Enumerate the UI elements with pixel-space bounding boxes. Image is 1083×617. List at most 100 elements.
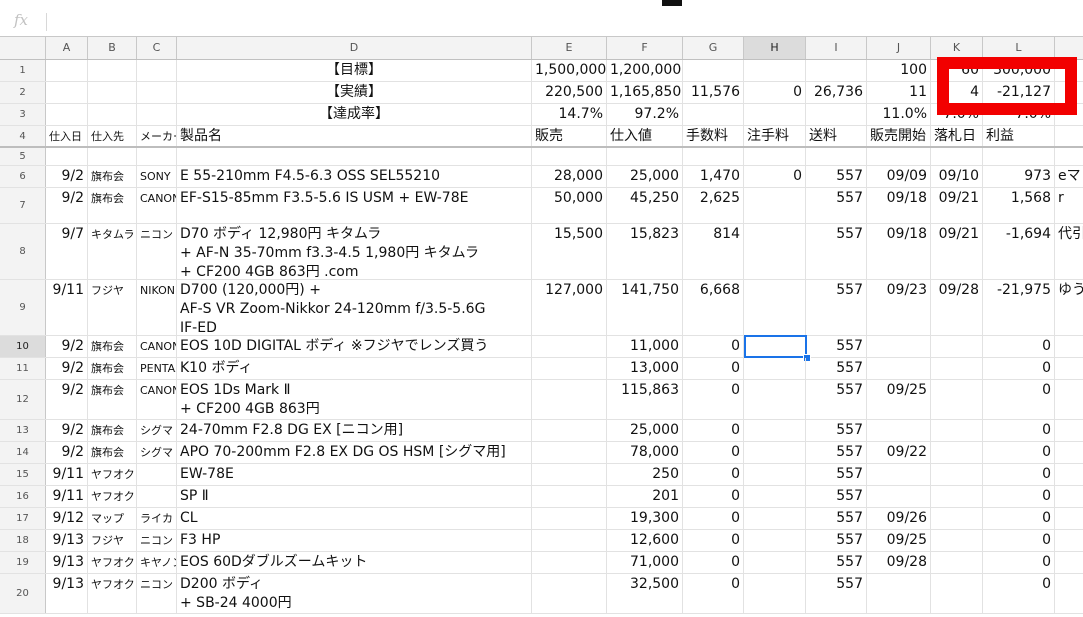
select-all-corner[interactable]	[0, 37, 46, 59]
cell-b18[interactable]: フジヤ	[88, 530, 137, 551]
cell-m19[interactable]	[1055, 552, 1083, 573]
cell-d3[interactable]: 【達成率】	[177, 104, 532, 125]
cell-f13[interactable]: 25,000	[607, 420, 683, 441]
row-header[interactable]: 7	[0, 188, 46, 223]
row-header[interactable]: 10	[0, 336, 46, 357]
column-header-d[interactable]: D	[177, 37, 532, 59]
cell-g11[interactable]: 0	[683, 358, 744, 379]
row-header[interactable]: 8	[0, 224, 46, 279]
row-header[interactable]: 6	[0, 166, 46, 187]
cell-h16[interactable]	[744, 486, 806, 507]
cell-a10[interactable]: 9/2	[46, 336, 88, 357]
cell-m18[interactable]	[1055, 530, 1083, 551]
row-header[interactable]: 12	[0, 380, 46, 419]
cell-i7[interactable]: 557	[806, 188, 867, 223]
cell-a17[interactable]: 9/12	[46, 508, 88, 529]
cell-g19[interactable]: 0	[683, 552, 744, 573]
cell-k14[interactable]	[931, 442, 983, 463]
cell-i19[interactable]: 557	[806, 552, 867, 573]
cell-d10[interactable]: EOS 10D DIGITAL ボディ ※フジヤでレンズ買う	[177, 336, 532, 357]
cell-b4[interactable]: 仕入先	[88, 126, 137, 146]
cell-f9[interactable]: 141,750	[607, 280, 683, 335]
cell-g6[interactable]: 1,470	[683, 166, 744, 187]
cell-a5[interactable]	[46, 148, 88, 165]
cell-d1[interactable]: 【目標】	[177, 60, 532, 81]
cell-l20[interactable]: 0	[983, 574, 1055, 613]
cell-e7[interactable]: 50,000	[532, 188, 607, 223]
cell-a12[interactable]: 9/2	[46, 380, 88, 419]
cell-a20[interactable]: 9/13	[46, 574, 88, 613]
column-header-c[interactable]: C	[137, 37, 177, 59]
cell-c10[interactable]: CANON	[137, 336, 177, 357]
cell-f3[interactable]: 97.2%	[607, 104, 683, 125]
cell-j1[interactable]: 100	[867, 60, 931, 81]
cell-e9[interactable]: 127,000	[532, 280, 607, 335]
cell-c12[interactable]: CANON	[137, 380, 177, 419]
cell-g5[interactable]	[683, 148, 744, 165]
cell-c7[interactable]: CANON	[137, 188, 177, 223]
cell-h13[interactable]	[744, 420, 806, 441]
cell-a7[interactable]: 9/2	[46, 188, 88, 223]
cell-c6[interactable]: SONY	[137, 166, 177, 187]
cell-e14[interactable]	[532, 442, 607, 463]
cell-e6[interactable]: 28,000	[532, 166, 607, 187]
cell-h17[interactable]	[744, 508, 806, 529]
cell-a1[interactable]	[46, 60, 88, 81]
cell-a13[interactable]: 9/2	[46, 420, 88, 441]
cell-l18[interactable]: 0	[983, 530, 1055, 551]
cell-h6[interactable]: 0	[744, 166, 806, 187]
cell-f5[interactable]	[607, 148, 683, 165]
cell-g3[interactable]	[683, 104, 744, 125]
cell-a11[interactable]: 9/2	[46, 358, 88, 379]
cell-i9[interactable]: 557	[806, 280, 867, 335]
cell-l5[interactable]	[983, 148, 1055, 165]
cell-d2[interactable]: 【実績】	[177, 82, 532, 103]
column-header-g[interactable]: G	[683, 37, 744, 59]
cell-e12[interactable]	[532, 380, 607, 419]
cell-l15[interactable]: 0	[983, 464, 1055, 485]
cell-j3[interactable]: 11.0%	[867, 104, 931, 125]
cell-f6[interactable]: 25,000	[607, 166, 683, 187]
cell-m11[interactable]	[1055, 358, 1083, 379]
cell-e4[interactable]: 販売	[532, 126, 607, 146]
cell-b12[interactable]: 旗布会	[88, 380, 137, 419]
cell-m5[interactable]	[1055, 148, 1083, 165]
cell-c4[interactable]: メーカー	[137, 126, 177, 146]
cell-d17[interactable]: CL	[177, 508, 532, 529]
cell-k19[interactable]	[931, 552, 983, 573]
cell-g20[interactable]: 0	[683, 574, 744, 613]
cell-l17[interactable]: 0	[983, 508, 1055, 529]
cell-b6[interactable]: 旗布会	[88, 166, 137, 187]
cell-e15[interactable]	[532, 464, 607, 485]
cell-j19[interactable]: 09/28	[867, 552, 931, 573]
cell-f2[interactable]: 1,165,850	[607, 82, 683, 103]
cell-i11[interactable]: 557	[806, 358, 867, 379]
cell-k10[interactable]	[931, 336, 983, 357]
cell-a4[interactable]: 仕入日	[46, 126, 88, 146]
cell-d15[interactable]: EW-78E	[177, 464, 532, 485]
cell-k8[interactable]: 09/21	[931, 224, 983, 279]
cell-h9[interactable]	[744, 280, 806, 335]
cell-e5[interactable]	[532, 148, 607, 165]
cell-i6[interactable]: 557	[806, 166, 867, 187]
cell-c2[interactable]	[137, 82, 177, 103]
row-header[interactable]: 19	[0, 552, 46, 573]
column-header-f[interactable]: F	[607, 37, 683, 59]
cell-e8[interactable]: 15,500	[532, 224, 607, 279]
cell-b2[interactable]	[88, 82, 137, 103]
cell-h20[interactable]	[744, 574, 806, 613]
cell-i20[interactable]: 557	[806, 574, 867, 613]
column-header-b[interactable]: B	[88, 37, 137, 59]
row-header[interactable]: 17	[0, 508, 46, 529]
cell-l8[interactable]: -1,694	[983, 224, 1055, 279]
cell-f7[interactable]: 45,250	[607, 188, 683, 223]
cell-e19[interactable]	[532, 552, 607, 573]
cell-a3[interactable]	[46, 104, 88, 125]
row-header[interactable]: 4	[0, 126, 46, 146]
cell-l6[interactable]: 973	[983, 166, 1055, 187]
cell-f8[interactable]: 15,823	[607, 224, 683, 279]
cell-f17[interactable]: 19,300	[607, 508, 683, 529]
cell-i12[interactable]: 557	[806, 380, 867, 419]
cell-g13[interactable]: 0	[683, 420, 744, 441]
cell-m13[interactable]	[1055, 420, 1083, 441]
